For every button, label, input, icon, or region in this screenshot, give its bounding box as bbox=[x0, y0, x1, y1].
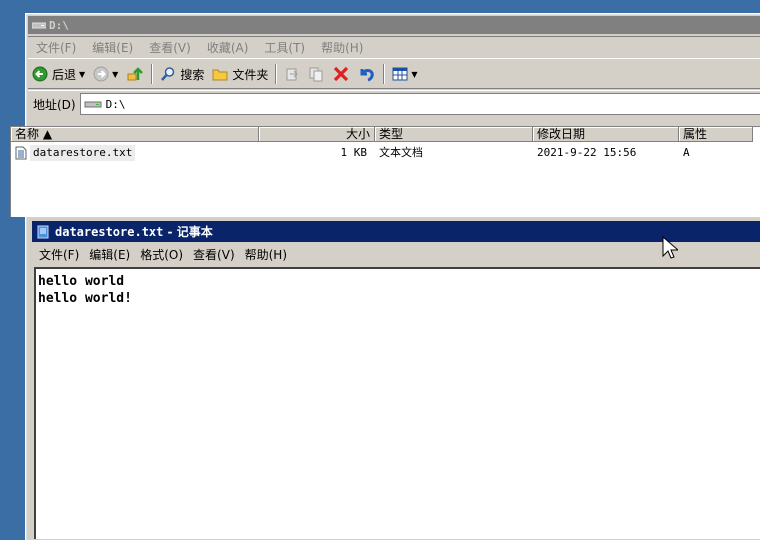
column-name[interactable]: 名称 ▲ bbox=[11, 127, 259, 142]
folder-icon bbox=[212, 69, 228, 81]
notepad-title-bar[interactable]: datarestore.txt - 记事本 bbox=[32, 221, 760, 242]
column-type[interactable]: 类型 bbox=[375, 127, 533, 142]
file-attributes: A bbox=[683, 146, 690, 159]
address-input[interactable]: D:\ bbox=[79, 93, 760, 115]
explorer-title: D:\ bbox=[49, 18, 69, 32]
search-label: 搜索 bbox=[180, 67, 205, 82]
drive-icon bbox=[84, 101, 102, 108]
back-arrow-icon bbox=[32, 66, 48, 82]
menu-edit[interactable]: 编辑(E) bbox=[84, 39, 141, 56]
undo-icon bbox=[360, 69, 375, 82]
menu-help[interactable]: 帮助(H) bbox=[313, 39, 371, 56]
column-modified[interactable]: 修改日期 bbox=[533, 127, 679, 142]
file-name: datarestore.txt bbox=[30, 145, 136, 161]
chevron-down-icon[interactable]: ▼ bbox=[79, 70, 85, 79]
explorer-toolbar: 后退 ▼ ▼ 搜索 文件夹 ▼ bbox=[28, 60, 760, 89]
menu-file[interactable]: 文件(F) bbox=[28, 39, 84, 56]
mouse-cursor-icon bbox=[662, 236, 678, 259]
search-icon bbox=[161, 67, 175, 81]
file-list-header: 名称 ▲ 大小 类型 修改日期 属性 bbox=[11, 127, 760, 143]
undo-button[interactable] bbox=[354, 62, 380, 86]
column-size[interactable]: 大小 bbox=[259, 127, 375, 142]
up-folder-button[interactable] bbox=[122, 62, 148, 86]
notepad-title-app: - 记事本 bbox=[163, 225, 213, 239]
views-grid-icon bbox=[392, 67, 408, 81]
file-row[interactable]: datarestore.txt 1 KB 文本文档 2021-9-22 15:5… bbox=[11, 145, 760, 161]
file-name-cell[interactable]: datarestore.txt bbox=[11, 145, 259, 161]
chevron-down-icon[interactable]: ▼ bbox=[112, 70, 118, 79]
address-label: 地址(D) bbox=[33, 97, 76, 112]
menu-tools[interactable]: 工具(T) bbox=[256, 39, 313, 56]
notepad-menu-file[interactable]: 文件(F) bbox=[35, 246, 85, 263]
forward-arrow-icon bbox=[93, 66, 109, 82]
chevron-down-icon[interactable]: ▼ bbox=[411, 70, 417, 79]
copy-to-button[interactable] bbox=[304, 62, 328, 86]
toolbar-separator bbox=[383, 64, 386, 84]
copy-to-icon bbox=[309, 67, 323, 82]
notepad-title-file: datarestore.txt bbox=[55, 224, 164, 239]
up-folder-icon bbox=[127, 67, 144, 81]
delete-x-icon bbox=[334, 66, 349, 82]
folders-label: 文件夹 bbox=[232, 67, 269, 82]
notepad-text-area[interactable]: hello world hello world! bbox=[34, 267, 760, 539]
file-list: 名称 ▲ 大小 类型 修改日期 属性 datarestore.txt 1 KB … bbox=[10, 126, 760, 217]
explorer-title-bar[interactable]: D:\ bbox=[28, 16, 760, 34]
notepad-menu-format[interactable]: 格式(O) bbox=[136, 246, 189, 263]
notepad-icon bbox=[37, 225, 49, 238]
notepad-menu-view[interactable]: 查看(V) bbox=[189, 246, 241, 263]
file-type: 文本文档 bbox=[379, 146, 423, 159]
back-label: 后退 bbox=[52, 67, 77, 82]
views-button[interactable]: ▼ bbox=[388, 62, 421, 86]
forward-button[interactable]: ▼ bbox=[89, 62, 122, 86]
move-to-icon bbox=[286, 68, 299, 81]
text-line: hello world! bbox=[38, 291, 132, 306]
toolbar-separator bbox=[275, 64, 278, 84]
file-modified: 2021-9-22 15:56 bbox=[537, 146, 637, 159]
text-line: hello world bbox=[38, 274, 125, 289]
explorer-menu-bar: 文件(F) 编辑(E) 查看(V) 收藏(A) 工具(T) 帮助(H) bbox=[28, 36, 760, 59]
file-size: 1 KB bbox=[340, 146, 368, 159]
notepad-window: datarestore.txt - 记事本 文件(F) 编辑(E) 格式(O) … bbox=[31, 221, 760, 539]
drive-icon bbox=[32, 22, 46, 29]
notepad-menu-help[interactable]: 帮助(H) bbox=[241, 246, 293, 263]
notepad-menu-edit[interactable]: 编辑(E) bbox=[85, 246, 136, 263]
menu-favorites[interactable]: 收藏(A) bbox=[199, 39, 257, 56]
folders-button[interactable]: 文件夹 bbox=[208, 62, 272, 86]
notepad-menu-bar: 文件(F) 编辑(E) 格式(O) 查看(V) 帮助(H) bbox=[32, 244, 760, 264]
text-file-icon bbox=[15, 146, 27, 160]
search-button[interactable]: 搜索 bbox=[156, 62, 208, 86]
back-button[interactable]: 后退 ▼ bbox=[28, 62, 89, 86]
move-to-button[interactable] bbox=[280, 62, 304, 86]
column-attributes[interactable]: 属性 bbox=[679, 127, 753, 142]
toolbar-separator bbox=[151, 64, 154, 84]
menu-view[interactable]: 查看(V) bbox=[141, 39, 199, 56]
delete-button[interactable] bbox=[328, 62, 354, 86]
address-value: D:\ bbox=[105, 97, 126, 111]
address-bar: 地址(D) D:\ bbox=[28, 90, 760, 117]
